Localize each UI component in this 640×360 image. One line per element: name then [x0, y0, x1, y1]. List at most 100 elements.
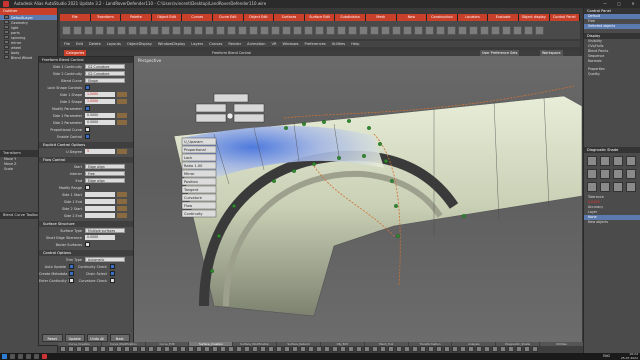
shelf-tool-icon[interactable] [392, 25, 401, 35]
bottom-tool-icon[interactable] [108, 346, 114, 352]
bottom-tool-icon[interactable] [316, 346, 322, 352]
bottom-tool-icon[interactable] [524, 346, 530, 352]
cv-point[interactable] [337, 156, 341, 160]
bottom-tool-icon[interactable] [356, 346, 362, 352]
bottom-tool-icon[interactable] [164, 346, 170, 352]
diagnostic-shade-icon[interactable] [613, 182, 623, 192]
diagnostic-shade-icon[interactable] [587, 182, 597, 192]
cv-point[interactable] [322, 120, 326, 124]
perspective-viewport[interactable]: U_Uparam Proportional Lock Ratio 1.00 Mirror… [134, 56, 582, 342]
bottom-tool-icon[interactable] [284, 346, 290, 352]
clock[interactable]: 16:24 25.07.2022 [621, 352, 638, 360]
menu-item[interactable]: Canvas [209, 41, 222, 47]
bottom-tool-icon[interactable] [500, 346, 506, 352]
control-panel-button[interactable]: Update [64, 334, 85, 342]
bottom-tool-icon[interactable] [308, 346, 314, 352]
bottom-tool-icon[interactable] [116, 346, 122, 352]
shelf-tab[interactable]: New [396, 14, 428, 21]
bottom-tool-icon[interactable] [68, 346, 74, 352]
range-field[interactable] [85, 213, 115, 218]
control-panel-button[interactable]: Undo All [87, 334, 108, 342]
windows-start-icon[interactable] [2, 354, 7, 359]
minimize-icon[interactable]: — [600, 0, 610, 8]
range-field[interactable] [85, 192, 115, 197]
bottom-tool-icon[interactable] [212, 346, 218, 352]
bottom-tool-icon[interactable] [236, 346, 242, 352]
cv-point[interactable] [347, 119, 351, 123]
alias-app-icon[interactable] [42, 354, 47, 359]
chain-select-checkbox[interactable] [110, 271, 115, 276]
udegree-slider[interactable] [117, 149, 127, 154]
bottom-tool-icon[interactable] [124, 346, 130, 352]
bottom-tool-icon[interactable] [92, 346, 98, 352]
control-panel-button[interactable]: Reset [42, 334, 63, 342]
shelf-tab[interactable]: Object display [518, 14, 550, 21]
menu-item[interactable]: WindowDisplay [158, 41, 185, 47]
shelf-tab[interactable]: Construction [427, 14, 458, 21]
shelf-tool-icon[interactable] [414, 25, 423, 35]
cv-point[interactable] [210, 269, 214, 273]
bottom-tool-icon[interactable] [412, 346, 418, 352]
shelf-tool-icon[interactable] [480, 25, 489, 35]
cv-point[interactable] [394, 204, 398, 208]
shelf-tab[interactable]: Palette [121, 14, 152, 21]
shelf-tool-icon[interactable] [216, 25, 225, 35]
diagnostic-shade-icon[interactable] [587, 169, 597, 179]
menu-item[interactable]: Layouts [107, 41, 121, 47]
bottom-tool-icon[interactable] [244, 346, 250, 352]
bottom-tool-icon[interactable] [532, 346, 538, 352]
bezier-checkbox[interactable] [85, 242, 90, 247]
diagnostic-shade-icon[interactable] [626, 169, 636, 179]
blend-control-checkbox[interactable] [85, 134, 90, 139]
shelf-tool-icon[interactable] [194, 25, 203, 35]
blend-control-dropdown[interactable]: Shape [85, 78, 125, 83]
shelf-tool-icon[interactable] [117, 25, 126, 35]
shelf-tool-icon[interactable] [73, 25, 82, 35]
control-panel-button[interactable]: Next [109, 334, 130, 342]
shelf-tool-icon[interactable] [502, 25, 511, 35]
shelf-tool-icon[interactable] [381, 25, 390, 35]
blend-control-checkbox[interactable] [85, 85, 90, 90]
bottom-tool-icon[interactable] [252, 346, 258, 352]
close-icon[interactable]: ✕ [628, 0, 638, 8]
flow-dropdown[interactable]: Edge align [85, 178, 125, 183]
range-slider[interactable] [117, 192, 127, 197]
modify-range-checkbox[interactable] [85, 185, 90, 190]
bottom-tool-icon[interactable] [180, 346, 186, 352]
shelf-tool-icon[interactable] [106, 25, 115, 35]
bottom-tool-icon[interactable] [292, 346, 298, 352]
bottom-tool-icon[interactable] [196, 346, 202, 352]
shelf-tab[interactable]: Surface Edit [304, 14, 336, 21]
diagnostic-shade-icon[interactable] [626, 182, 636, 192]
blend-control-field[interactable]: 0.5000 [85, 120, 115, 125]
menu-item[interactable]: ObjectDisplay [127, 41, 152, 47]
menu-item[interactable]: Help [351, 41, 359, 47]
language-indicator[interactable]: ENG [603, 353, 610, 360]
menu-item[interactable]: Render [228, 41, 241, 47]
shelf-tool-icon[interactable] [513, 25, 522, 35]
cv-point[interactable] [302, 122, 306, 126]
task-view-icon[interactable] [18, 354, 23, 359]
file-explorer-icon[interactable] [26, 354, 31, 359]
flow-dropdown[interactable]: Edge align [85, 164, 125, 169]
udegree-field[interactable]: 5 [85, 149, 115, 154]
bottom-tool-icon[interactable] [420, 346, 426, 352]
shelf-tool-icon[interactable] [315, 25, 324, 35]
bottom-tool-icon[interactable] [276, 346, 282, 352]
blend-control-field[interactable]: 1.0000 [85, 99, 115, 104]
bottom-tool-icon[interactable] [460, 346, 466, 352]
shelf-tool-icon[interactable] [535, 25, 544, 35]
range-slider[interactable] [117, 199, 127, 204]
bottom-tool-icon[interactable] [476, 346, 482, 352]
bottom-tool-icon[interactable] [372, 346, 378, 352]
selected-objects-button[interactable]: Selected objects [584, 24, 640, 29]
bottom-tool-icon[interactable] [348, 346, 354, 352]
blend-control-slider[interactable] [117, 92, 127, 97]
bottom-tool-icon[interactable] [204, 346, 210, 352]
cv-point[interactable] [367, 126, 371, 130]
bottom-tool-icon[interactable] [188, 346, 194, 352]
cv-point[interactable] [462, 214, 466, 218]
diagnostic-shade-icon[interactable] [613, 169, 623, 179]
shelf-tool-icon[interactable] [183, 25, 192, 35]
diagnostic-shade-icon[interactable] [600, 169, 610, 179]
